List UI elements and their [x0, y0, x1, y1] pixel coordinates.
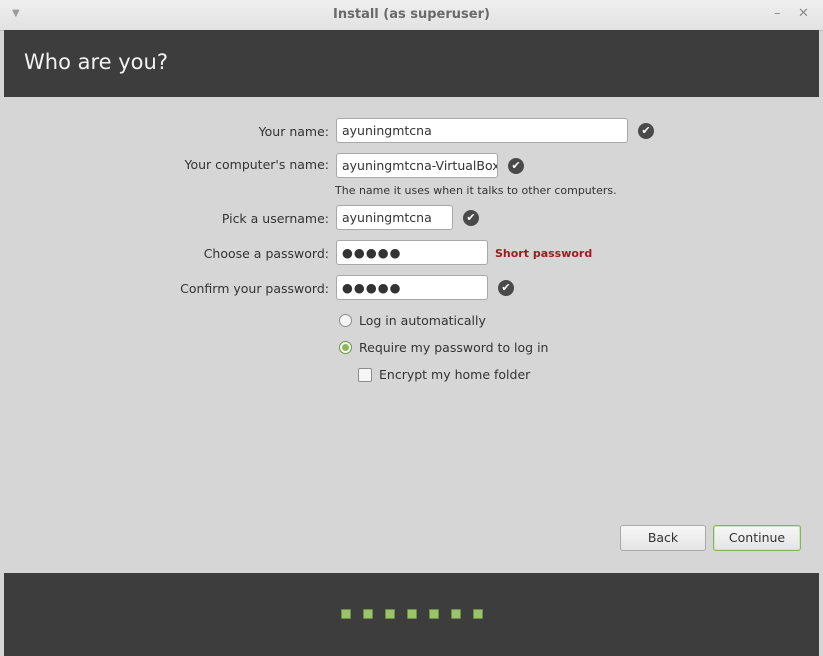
progress-step-6 — [451, 609, 461, 619]
require-password-radio[interactable] — [339, 341, 352, 354]
computer-name-hint: The name it uses when it talks to other … — [335, 184, 617, 197]
require-password-label[interactable]: Require my password to log in — [359, 340, 548, 355]
encrypt-home-label[interactable]: Encrypt my home folder — [379, 367, 530, 382]
page-header: Who are you? — [4, 30, 819, 97]
progress-step-2 — [363, 609, 373, 619]
computer-name-label: Your computer's name: — [184, 157, 329, 172]
progress-step-3 — [385, 609, 395, 619]
continue-button[interactable]: Continue — [713, 525, 801, 551]
progress-step-7 — [473, 609, 483, 619]
login-automatically-label[interactable]: Log in automatically — [359, 313, 486, 328]
computer-name-field[interactable]: ayuningmtcna-VirtualBox — [336, 153, 498, 178]
main-content: Your name: ayuningmtcna ✔ Your computer'… — [4, 97, 819, 573]
confirm-password-label: Confirm your password: — [180, 281, 329, 296]
name-label: Your name: — [258, 124, 329, 139]
username-field[interactable]: ayuningmtcna — [336, 205, 453, 230]
progress-step-5 — [429, 609, 439, 619]
encrypt-home-checkbox[interactable] — [358, 368, 372, 382]
name-field[interactable]: ayuningmtcna — [336, 118, 628, 143]
page-title: Who are you? — [24, 50, 168, 74]
minimize-icon[interactable]: – — [774, 6, 781, 21]
username-label: Pick a username: — [221, 211, 329, 226]
confirm-password-field[interactable]: ●●●●● — [336, 275, 488, 300]
password-field[interactable]: ●●●●● — [336, 240, 488, 265]
computer-name-valid-icon: ✔ — [508, 158, 524, 174]
back-button[interactable]: Back — [620, 525, 706, 551]
title-bar: ▼ Install (as superuser) – ✕ — [0, 0, 823, 31]
username-valid-icon: ✔ — [463, 210, 479, 226]
login-automatically-radio[interactable] — [339, 314, 352, 327]
progress-footer — [4, 573, 819, 656]
name-valid-icon: ✔ — [638, 123, 654, 139]
progress-step-1 — [341, 609, 351, 619]
window-title: Install (as superuser) — [333, 7, 490, 22]
progress-step-4 — [407, 609, 417, 619]
close-icon[interactable]: ✕ — [798, 6, 809, 21]
password-label: Choose a password: — [203, 246, 329, 261]
confirm-password-valid-icon: ✔ — [498, 280, 514, 296]
password-warning: Short password — [495, 247, 593, 260]
